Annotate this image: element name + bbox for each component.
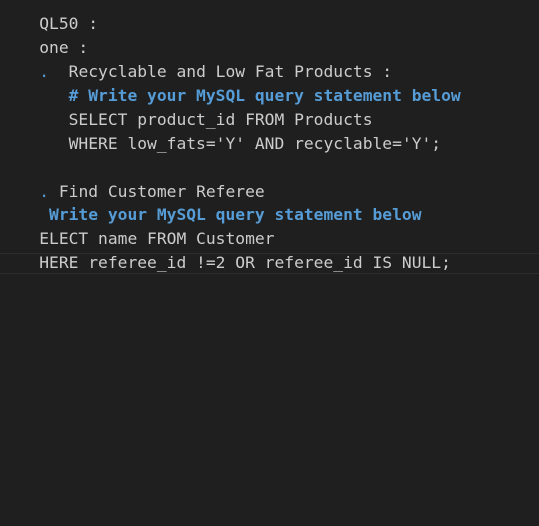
code-line-4: # Write your MySQL query statement below <box>0 60 461 105</box>
code-line-8: . Find Customer Referee <box>0 156 264 201</box>
code-line-3: . Recyclable and Low Fat Products : <box>0 36 392 81</box>
code-line-2: one : <box>0 12 88 57</box>
code-editor[interactable]: QL50 : one : . Recyclable and Low Fat Pr… <box>0 0 539 526</box>
code-line-5: SELECT product_id FROM Products <box>0 84 373 129</box>
code-line-1: QL50 : <box>0 0 98 33</box>
code-line-10: ELECT name FROM Customer <box>0 203 274 248</box>
code-line-6: WHERE low_fats='Y' AND recyclable='Y'; <box>0 108 441 153</box>
code-line-11: HERE referee_id !=2 OR referee_id IS NUL… <box>0 227 451 272</box>
code-line-9: Write your MySQL query statement below <box>0 179 422 224</box>
code-line-text: HERE referee_id !=2 OR referee_id IS NUL… <box>39 253 451 272</box>
code-line-text: WHERE low_fats='Y' AND recyclable='Y'; <box>39 134 442 153</box>
